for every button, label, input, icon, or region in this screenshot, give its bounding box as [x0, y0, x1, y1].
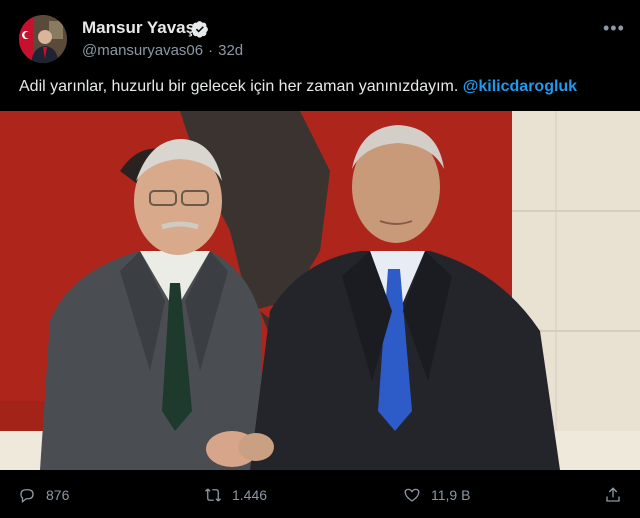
share-icon — [606, 487, 620, 502]
more-horizontal-icon[interactable]: ••• — [603, 18, 625, 39]
tweet-body: Adil yarınlar, huzurlu bir gelecek için … — [19, 78, 459, 95]
tweet-header: Mansur Yavaş @mansuryavas06 · 32d ••• — [0, 0, 640, 70]
reply-count: 876 — [46, 487, 70, 503]
heart-icon — [404, 488, 420, 502]
like-count: 11,9 B — [431, 487, 471, 503]
tweet-photo[interactable] — [0, 111, 640, 470]
reply-action[interactable]: 876 — [18, 484, 69, 506]
mention-link[interactable]: @kilicdarogluk — [463, 78, 577, 95]
tweet-text: Adil yarınlar, huzurlu bir gelecek için … — [19, 78, 577, 96]
share-action[interactable] — [604, 484, 632, 506]
verified-badge-icon — [191, 21, 208, 38]
reply-icon — [20, 489, 34, 504]
retweet-action[interactable]: 1.446 — [204, 484, 267, 506]
tweet-actions: 876 1.446 11,9 B — [0, 478, 640, 514]
photo-illustration — [0, 111, 640, 470]
retweet-icon — [205, 488, 221, 502]
author-handle[interactable]: @mansuryavas06 — [82, 42, 203, 59]
tweet-time[interactable]: 32d — [218, 42, 243, 59]
author-handle-line: @mansuryavas06 · 32d — [82, 42, 243, 59]
like-action[interactable]: 11,9 B — [403, 484, 470, 506]
avatar[interactable] — [19, 15, 67, 63]
author-name[interactable]: Mansur Yavaş — [82, 18, 195, 38]
retweet-count: 1.446 — [232, 487, 268, 503]
handle-separator: · — [208, 42, 214, 59]
